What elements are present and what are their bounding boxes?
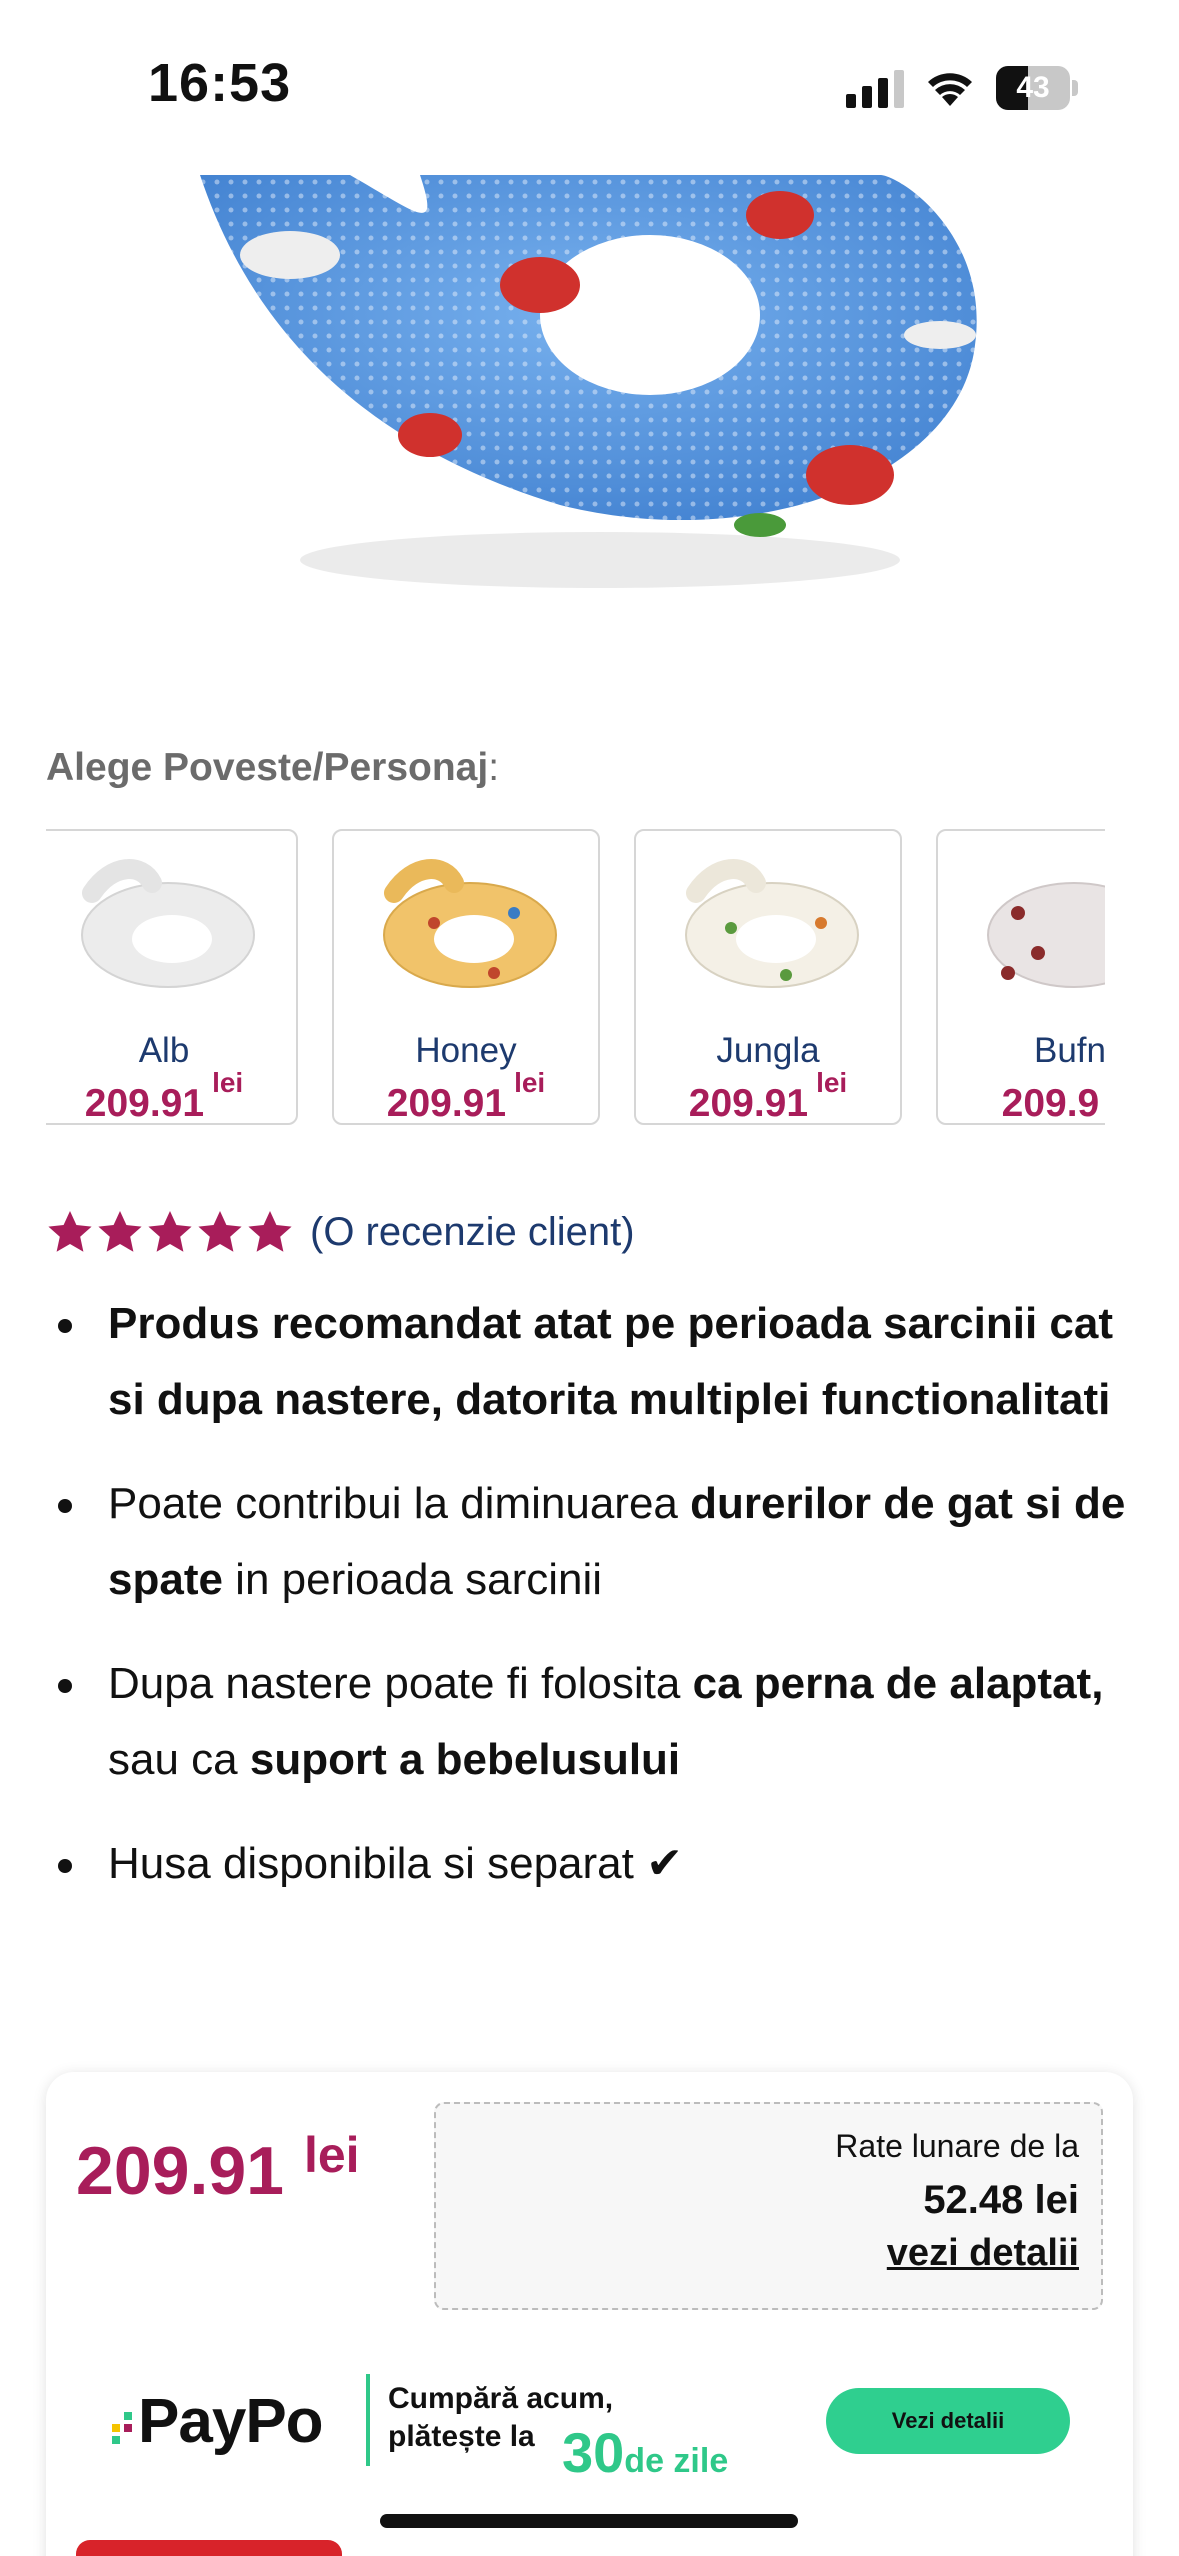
paypo-divider [366, 2374, 370, 2466]
variant-thumbnail [685, 859, 859, 988]
star-icon [248, 1211, 292, 1252]
battery-icon: 43 [996, 66, 1078, 110]
product-page: 16:53 43 Alege Poveste/Personaj: Alb 209… [0, 0, 1179, 2556]
installments-value: 52.48 lei [923, 2178, 1079, 2222]
highlight-item: Produs recomandat atat pe perioada sarci… [52, 1286, 1132, 1438]
variant-price: 209.91 lei [84, 1067, 244, 1125]
variant-price: 209.91 lei [386, 1067, 546, 1125]
variant-thumbnail [81, 859, 255, 988]
variant-name: Jungla [716, 1031, 820, 1070]
star-icon [48, 1211, 92, 1252]
variant-selector-label: Alege Poveste/Personaj: [46, 746, 500, 789]
star-icon [98, 1211, 142, 1252]
review-count-link[interactable]: (O recenzie client) [310, 1210, 635, 1255]
star-icon [198, 1211, 242, 1252]
installments-details-link[interactable]: vezi detalii [887, 2232, 1079, 2275]
paypo-logo: PayPo [138, 2387, 324, 2456]
variant-name: Bufn [1034, 1031, 1105, 1070]
variant-thumbnail [987, 882, 1105, 988]
variant-card-bufnita[interactable]: Bufn 209.9lei [936, 829, 1105, 1125]
paypo-details-button[interactable]: Vezi detalii [826, 2388, 1070, 2454]
variant-price: 209.9lei [1001, 1082, 1100, 1125]
paypo-logo-icon [112, 2412, 132, 2444]
variant-thumbnail [383, 859, 557, 988]
wifi-icon [928, 73, 972, 106]
variant-name: Alb [138, 1031, 190, 1070]
cellular-signal-icon [846, 70, 904, 108]
paypo-days: 30de zile [562, 2421, 729, 2484]
installments-label: Rate lunare de la [835, 2128, 1079, 2164]
product-highlights: Produs recomandat atat pe perioada sarci… [52, 1286, 1132, 1930]
status-bar: 16:53 43 [0, 0, 1179, 175]
add-to-cart-button-partial[interactable] [76, 2540, 342, 2556]
variant-carousel[interactable]: Alb 209.91 lei Honey 209.91 lei Jungla 209… [46, 826, 1105, 1128]
highlight-item: Husa disponibila si separat ✔ [52, 1826, 1132, 1902]
home-indicator[interactable] [380, 2514, 798, 2528]
variant-card-jungla[interactable]: Jungla 209.91 lei [634, 829, 902, 1125]
highlight-item: Poate contribui la diminuarea durerilor … [52, 1466, 1132, 1618]
product-hero-image[interactable] [0, 175, 1179, 615]
highlight-item: Dupa nastere poate fi folosita ca perna … [52, 1646, 1132, 1798]
rating-row[interactable]: (O recenzie client) [46, 1202, 635, 1262]
rating-stars [46, 1208, 294, 1256]
battery-level: 43 [1016, 71, 1050, 104]
variant-card-alb[interactable]: Alb 209.91 lei [46, 829, 298, 1125]
star-icon [148, 1211, 192, 1252]
installments-box: Rate lunare de la 52.48 lei vezi detalii [434, 2102, 1103, 2310]
variant-card-honey[interactable]: Honey 209.91 lei [332, 829, 600, 1125]
price-box: 209.91 lei Rate lunare de la 52.48 lei ve… [46, 2072, 1133, 2556]
product-price: 209.91 lei [76, 2127, 360, 2209]
variant-name: Honey [415, 1031, 517, 1070]
paypo-banner: PayPo Cumpără acum, plătește la 30de zil… [112, 2372, 1076, 2484]
variant-price: 209.91 lei [688, 1067, 848, 1125]
status-time: 16:53 [148, 53, 292, 113]
